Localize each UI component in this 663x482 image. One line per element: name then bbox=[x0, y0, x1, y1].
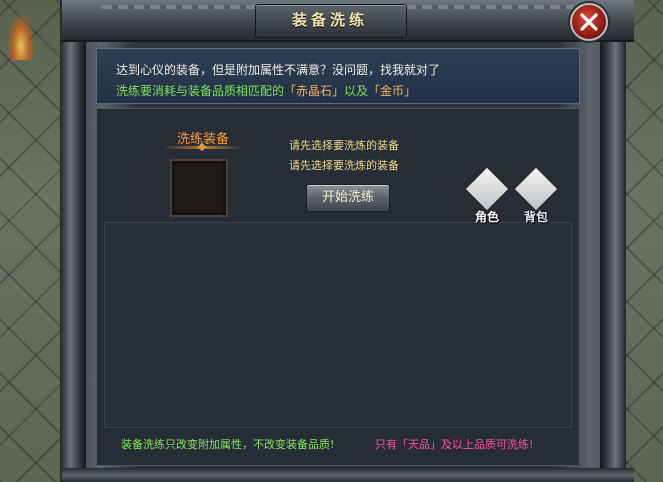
attribute-list-area bbox=[104, 222, 572, 428]
cost-prefix: 洗练要消耗与装备品质相匹配的 bbox=[116, 84, 285, 98]
footer-note-quality: 只有「天品」及以上品质可洗练! bbox=[375, 438, 534, 451]
footer-note-attributes: 装备洗练只改变附加属性，不改变装备品质! bbox=[121, 438, 335, 451]
frame-bottom-rim bbox=[62, 468, 634, 482]
equipment-slot[interactable] bbox=[170, 159, 228, 217]
slot-label-ornament bbox=[164, 146, 242, 149]
close-button[interactable] bbox=[570, 3, 608, 41]
info-cost-line: 洗练要消耗与装备品质相匹配的「赤晶石」以及「金币」 bbox=[116, 82, 416, 99]
cost-item-gold: 「金币」 bbox=[368, 84, 417, 98]
cost-item-crystal: 「赤晶石」 bbox=[284, 84, 345, 98]
close-x-icon bbox=[580, 13, 598, 31]
start-refine-button[interactable]: 开始洗练 bbox=[306, 184, 390, 212]
character-icon bbox=[462, 164, 512, 214]
select-hint-2: 请先选择要洗炼的装备 bbox=[289, 159, 399, 172]
frame-right-pillar bbox=[600, 0, 626, 482]
window-title: 装备洗练 bbox=[291, 11, 368, 29]
frame-left-pillar bbox=[60, 0, 86, 482]
select-hint-1: 请先选择要洗炼的装备 bbox=[289, 139, 399, 152]
backpack-icon bbox=[511, 164, 561, 214]
cost-connector: 以及 bbox=[344, 84, 369, 98]
info-description: 达到心仪的装备，但是附加属性不满意？没问题，找我就对了 bbox=[116, 63, 441, 77]
torch-flame bbox=[8, 14, 34, 60]
tab-backpack[interactable]: 背包 bbox=[511, 164, 561, 224]
tab-character[interactable]: 角色 bbox=[462, 164, 512, 224]
